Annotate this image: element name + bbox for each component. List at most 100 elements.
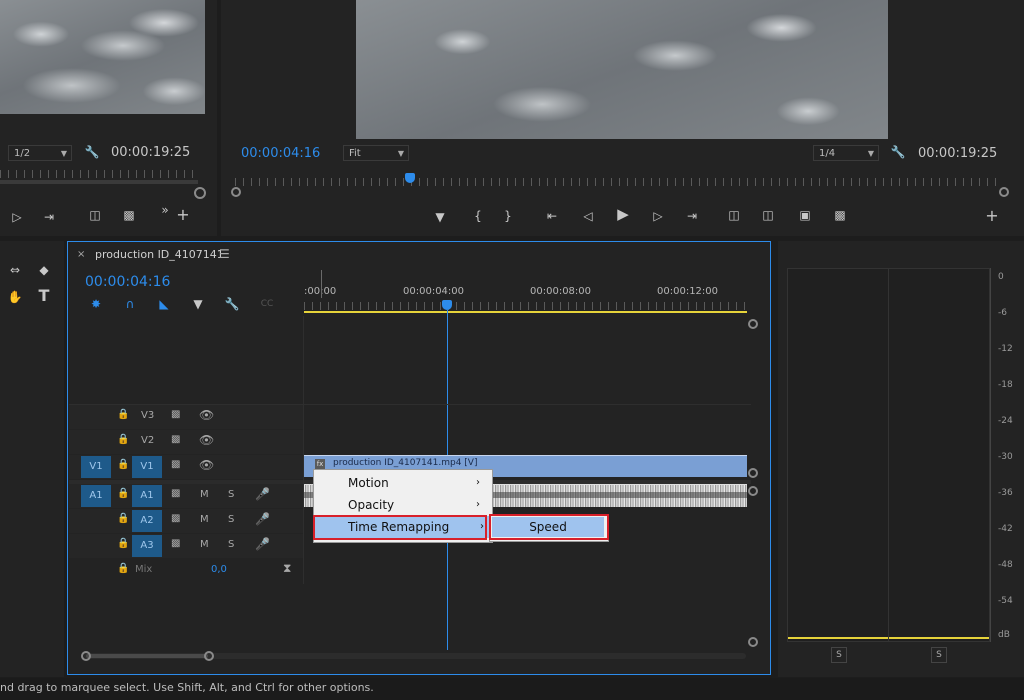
timeline-current-time[interactable]: 00:00:04:16	[85, 274, 170, 290]
mute-button[interactable]: M	[200, 514, 209, 525]
microphone-icon[interactable]: 🎤	[255, 537, 270, 551]
eye-icon[interactable]: 👁	[199, 408, 214, 422]
track-header-mix[interactable]: 🔒 Mix 0,0 ⧗	[69, 559, 303, 583]
sync-lock-icon[interactable]: ▩	[171, 538, 180, 549]
vertical-scroll-handle[interactable]	[748, 319, 758, 329]
add-marker-icon[interactable]: ▼	[191, 297, 205, 311]
track-target-a2[interactable]: A2	[132, 510, 162, 532]
solo-button[interactable]: S	[228, 514, 234, 525]
snap-magnet-icon[interactable]: ∩	[122, 297, 138, 311]
lock-icon[interactable]: 🔒	[117, 488, 129, 499]
scroll-handle-right[interactable]	[999, 187, 1009, 197]
step-back-icon[interactable]: ◁	[581, 209, 595, 223]
sync-lock-icon[interactable]: ▩	[171, 513, 180, 524]
play-icon[interactable]: ▶	[615, 207, 631, 222]
snap-nest-icon[interactable]: ✸	[88, 297, 104, 311]
menu-item-opacity[interactable]: Opacity ›	[314, 494, 486, 516]
go-to-out-icon[interactable]: ⇥	[40, 210, 58, 224]
ripple-edit-icon[interactable]: ⇔	[6, 263, 24, 277]
scroll-handle-left[interactable]	[231, 187, 241, 197]
step-forward-icon[interactable]: ▷	[10, 210, 24, 224]
sync-lock-icon[interactable]: ▩	[171, 434, 180, 445]
go-to-in-icon[interactable]: ⇤	[543, 209, 561, 223]
program-current-time[interactable]: 00:00:04:16	[241, 146, 320, 161]
hand-icon[interactable]: ✋	[6, 290, 24, 304]
wrench-icon[interactable]: 🔧	[84, 145, 100, 159]
horizontal-scroll-thumb[interactable]	[86, 654, 208, 658]
playhead-handle[interactable]	[442, 300, 452, 310]
vertical-scroll-handle[interactable]	[748, 468, 758, 478]
lock-icon[interactable]: 🔒	[117, 513, 129, 524]
lift-icon[interactable]: ◫	[725, 208, 743, 222]
source-patch-v1[interactable]: V1	[81, 456, 111, 478]
track-header-v1[interactable]: V1 🔒 V1 ▩ 👁	[69, 455, 303, 479]
mix-value[interactable]: 0,0	[211, 564, 227, 575]
lock-icon[interactable]: 🔒	[117, 434, 129, 445]
more-buttons-icon[interactable]: »	[158, 203, 172, 217]
sync-lock-icon[interactable]: ▩	[171, 488, 180, 499]
lock-icon[interactable]: 🔒	[117, 459, 129, 470]
lock-icon[interactable]: 🔒	[117, 538, 129, 549]
type-tool-icon[interactable]: T	[36, 288, 52, 304]
scroll-handle-right[interactable]	[204, 651, 214, 661]
track-target-a3[interactable]: A3	[132, 535, 162, 557]
track-header-a2[interactable]: 🔒 A2 ▩ M S 🎤	[69, 509, 303, 533]
mark-out-icon[interactable]: }	[501, 209, 515, 223]
scroll-handle-left[interactable]	[81, 651, 91, 661]
source-patch-a1[interactable]: A1	[81, 485, 111, 507]
resolution-select[interactable]: 1/4 ▼	[813, 145, 879, 161]
insert-icon[interactable]: ◫	[86, 208, 104, 222]
track-name-v2[interactable]: V2	[141, 435, 154, 446]
work-area-bar[interactable]	[304, 311, 747, 313]
extract-icon[interactable]: ◫	[759, 208, 777, 222]
mark-in-icon[interactable]: {	[471, 209, 485, 223]
sync-lock-icon[interactable]: ▩	[171, 409, 180, 420]
track-header-a1[interactable]: A1 🔒 A1 ▩ M S 🎤	[69, 484, 303, 508]
track-header-v3[interactable]: 🔒 V3 ▩ 👁	[69, 405, 303, 429]
eye-icon[interactable]: 👁	[199, 433, 214, 447]
source-time-ruler[interactable]	[0, 170, 198, 178]
wrench-icon[interactable]: 🔧	[224, 297, 240, 311]
microphone-icon[interactable]: 🎤	[255, 487, 270, 501]
go-to-end-icon[interactable]: ⧗	[283, 561, 291, 576]
close-icon[interactable]: ×	[77, 249, 85, 260]
comparison-view-icon[interactable]: ▩	[831, 208, 849, 222]
track-header-v2[interactable]: 🔒 V2 ▩ 👁	[69, 430, 303, 454]
vertical-scroll-handle[interactable]	[748, 637, 758, 647]
razor-icon[interactable]: ◆	[36, 263, 52, 277]
solo-button[interactable]: S	[228, 539, 234, 550]
sync-lock-icon[interactable]: ▩	[171, 459, 180, 470]
go-to-out-icon[interactable]: ⇥	[683, 209, 701, 223]
eye-icon[interactable]: 👁	[199, 458, 214, 472]
track-target-a1[interactable]: A1	[132, 485, 162, 507]
source-zoom-select[interactable]: 1/2 ▼	[8, 145, 72, 161]
step-forward-icon[interactable]: ▷	[651, 209, 665, 223]
track-target-v1[interactable]: V1	[132, 456, 162, 478]
microphone-icon[interactable]: 🎤	[255, 512, 270, 526]
solo-left-button[interactable]: S	[831, 647, 847, 663]
lock-icon[interactable]: 🔒	[117, 563, 129, 574]
add-marker-icon[interactable]: ▼	[433, 210, 447, 224]
overwrite-icon[interactable]: ▩	[120, 208, 138, 222]
mute-button[interactable]: M	[200, 489, 209, 500]
add-button-icon[interactable]: +	[985, 208, 999, 224]
timeline-tab-title[interactable]: production ID_4107141	[95, 248, 224, 261]
source-scroll-bar[interactable]	[0, 180, 198, 184]
scroll-handle[interactable]	[194, 187, 206, 199]
timeline-ruler[interactable]	[304, 302, 747, 310]
solo-right-button[interactable]: S	[931, 647, 947, 663]
menu-item-motion[interactable]: Motion ›	[314, 472, 486, 494]
add-button-icon[interactable]: +	[176, 207, 190, 223]
solo-button[interactable]: S	[228, 489, 234, 500]
lock-icon[interactable]: 🔒	[117, 409, 129, 420]
mute-button[interactable]: M	[200, 539, 209, 550]
fit-select[interactable]: Fit ▼	[343, 145, 409, 161]
wrench-icon[interactable]: 🔧	[890, 145, 906, 159]
linked-selection-icon[interactable]: ◣	[156, 297, 172, 311]
camera-icon[interactable]: ▣	[797, 208, 813, 222]
program-playhead[interactable]	[405, 173, 415, 183]
program-time-ruler[interactable]	[235, 178, 1003, 186]
track-header-a3[interactable]: 🔒 A3 ▩ M S 🎤	[69, 534, 303, 558]
captions-icon[interactable]: CC	[258, 297, 276, 311]
panel-menu-icon[interactable]: ☰	[219, 247, 230, 261]
